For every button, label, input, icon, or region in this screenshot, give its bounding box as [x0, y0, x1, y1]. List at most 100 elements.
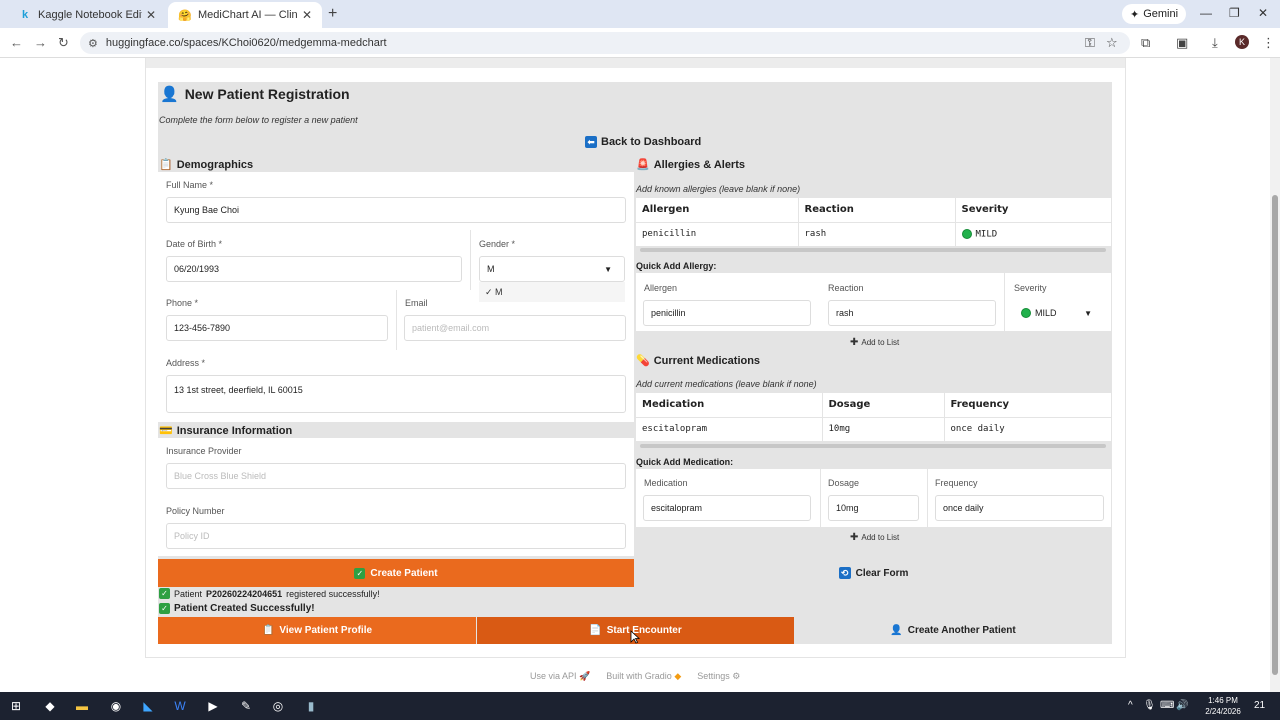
- download-icon[interactable]: ⤓: [1212, 35, 1218, 51]
- view-patient-profile-button[interactable]: 📋 View Patient Profile: [158, 617, 476, 644]
- restore-icon[interactable]: ❐: [1229, 6, 1240, 20]
- profile-avatar[interactable]: K: [1235, 35, 1249, 49]
- table-cell[interactable]: MILD: [955, 222, 1111, 246]
- dob-label: Date of Birth *: [166, 239, 223, 249]
- url-input[interactable]: ⚙ huggingface.co/spaces/KChoi0620/medgem…: [80, 32, 1130, 54]
- gear-icon: ⚙: [732, 671, 741, 681]
- file-explorer-icon[interactable]: ▬: [74, 698, 90, 714]
- windows-start-icon[interactable]: ⊞: [8, 698, 24, 714]
- check-icon: ✓: [354, 567, 366, 579]
- address-input[interactable]: 13 1st street, deerfield, IL 60015: [166, 375, 626, 413]
- copilot-icon[interactable]: ◆: [42, 698, 58, 714]
- dosage-input[interactable]: 10mg: [828, 495, 919, 521]
- table-row: escitalopram 10mg once daily: [636, 417, 1111, 441]
- column-header[interactable]: Allergen: [636, 198, 799, 223]
- policy-number-input[interactable]: Policy ID: [166, 523, 626, 549]
- page-scrollbar-thumb[interactable]: [1272, 195, 1278, 675]
- clear-form-button[interactable]: ⟲ Clear Form: [636, 559, 1111, 587]
- chevron-up-icon[interactable]: ^: [1128, 700, 1133, 711]
- table-cell[interactable]: escitalopram: [636, 417, 823, 441]
- gender-option-m[interactable]: ✓ M: [479, 282, 625, 302]
- close-tab-icon[interactable]: ✕: [302, 8, 312, 22]
- app-icon[interactable]: ✎: [238, 698, 254, 714]
- clock[interactable]: 1:46 PM 2/24/2026: [1200, 695, 1246, 717]
- forward-arrow-icon[interactable]: →: [34, 35, 47, 50]
- reload-icon[interactable]: ↻: [58, 35, 69, 51]
- add-allergy-button[interactable]: ✚ Add to List: [850, 337, 899, 348]
- table-scrollbar[interactable]: [640, 248, 1106, 252]
- severity-select[interactable]: MILD ▼: [1014, 300, 1104, 326]
- gender-select[interactable]: M ▼: [479, 256, 625, 282]
- table-cell[interactable]: rash: [798, 222, 956, 246]
- column-header[interactable]: Frequency: [944, 393, 1111, 418]
- divider: [820, 469, 821, 527]
- volume-icon[interactable]: 🔊: [1176, 700, 1188, 711]
- word-icon[interactable]: W: [172, 698, 188, 714]
- divider: [1004, 273, 1005, 331]
- dosage-label: Dosage: [828, 478, 860, 488]
- new-tab-icon[interactable]: +: [328, 5, 337, 23]
- email-input[interactable]: patient@email.com: [404, 315, 626, 341]
- column-header[interactable]: Reaction: [798, 198, 956, 223]
- microphone-icon[interactable]: 🎙: [1143, 700, 1156, 711]
- vscode-icon[interactable]: ◣: [140, 698, 156, 714]
- add-medication-button[interactable]: ✚ Add to List: [850, 532, 899, 543]
- check-icon: ✓: [159, 603, 170, 614]
- table-scrollbar[interactable]: [640, 444, 1106, 448]
- green-circle-icon: [961, 229, 972, 239]
- close-window-icon[interactable]: ✕: [1258, 6, 1268, 20]
- frequency-input[interactable]: once daily: [935, 495, 1104, 521]
- table-cell[interactable]: once daily: [944, 417, 1111, 441]
- kaggle-icon: k: [21, 9, 29, 21]
- create-another-patient-button[interactable]: 👤 Create Another Patient: [795, 617, 1111, 644]
- allergen-label: Allergen: [644, 283, 678, 293]
- gemini-button[interactable]: ✦ Gemini: [1122, 4, 1187, 24]
- create-patient-button[interactable]: ✓ Create Patient: [158, 559, 634, 587]
- bookmark-star-icon[interactable]: ☆: [1106, 35, 1118, 51]
- insurance-provider-input[interactable]: Blue Cross Blue Shield: [166, 463, 626, 489]
- reaction-input[interactable]: rash: [828, 300, 996, 326]
- allergen-input[interactable]: penicillin: [643, 300, 811, 326]
- split-view-icon[interactable]: ▣: [1176, 35, 1188, 51]
- policy-number-label: Policy Number: [166, 506, 225, 516]
- password-key-icon[interactable]: ⚿: [1085, 35, 1095, 51]
- phone-label: Phone *: [166, 298, 199, 308]
- tab-medichart[interactable]: 🤗 MediChart AI — Clinical EHR po ✕: [168, 2, 322, 28]
- chrome-icon[interactable]: ◉: [108, 698, 124, 714]
- table-cell[interactable]: 10mg: [822, 417, 945, 441]
- full-name-input[interactable]: Kyung Bae Choi: [166, 197, 626, 223]
- app-icon[interactable]: ▮: [303, 698, 319, 714]
- check-icon: ✓: [159, 588, 170, 599]
- footer: Use via API 🚀 Built with Gradio ◆ Settin…: [530, 671, 740, 682]
- minimize-icon[interactable]: —: [1200, 6, 1212, 20]
- phone-input[interactable]: 123-456-7890: [166, 315, 388, 341]
- allergies-table: Allergen Reaction Severity penicillin ra…: [636, 198, 1111, 246]
- column-header[interactable]: Severity: [955, 198, 1111, 223]
- use-via-api-link[interactable]: Use via API 🚀: [530, 671, 590, 682]
- document-icon: 📄: [589, 625, 602, 636]
- medications-title: 💊 Current Medications: [636, 354, 761, 368]
- extensions-icon[interactable]: ⧉: [1141, 35, 1150, 51]
- site-settings-icon[interactable]: ⚙: [88, 37, 98, 50]
- back-to-dashboard-button[interactable]: ⬅ Back to Dashboard: [585, 136, 701, 148]
- settings-link[interactable]: Settings ⚙: [697, 671, 740, 682]
- back-arrow-icon[interactable]: ←: [10, 35, 23, 50]
- patient-created-message: ✓ Patient Created Successfully!: [159, 603, 315, 614]
- app-icon[interactable]: ◎: [270, 698, 286, 714]
- close-tab-icon[interactable]: ✕: [146, 8, 156, 22]
- column-header[interactable]: Dosage: [822, 393, 945, 418]
- terminal-icon[interactable]: ▶: [205, 698, 221, 714]
- menu-dots-icon[interactable]: ⋮: [1262, 35, 1275, 51]
- tab-kaggle[interactable]: k Kaggle Notebook Editor ✕: [8, 2, 166, 28]
- column-header[interactable]: Medication: [636, 393, 823, 418]
- address-label: Address *: [166, 358, 206, 368]
- medication-input[interactable]: escitalopram: [643, 495, 811, 521]
- frequency-label: Frequency: [935, 478, 978, 488]
- network-icon[interactable]: ⌨: [1160, 700, 1174, 711]
- dob-input[interactable]: 06/20/1993: [166, 256, 462, 282]
- table-cell[interactable]: penicillin: [636, 222, 799, 246]
- email-label: Email: [405, 298, 428, 308]
- insurance-provider-label: Insurance Provider: [166, 446, 242, 456]
- notification-badge[interactable]: 21: [1254, 700, 1265, 711]
- built-with-gradio-link[interactable]: Built with Gradio ◆: [606, 671, 681, 682]
